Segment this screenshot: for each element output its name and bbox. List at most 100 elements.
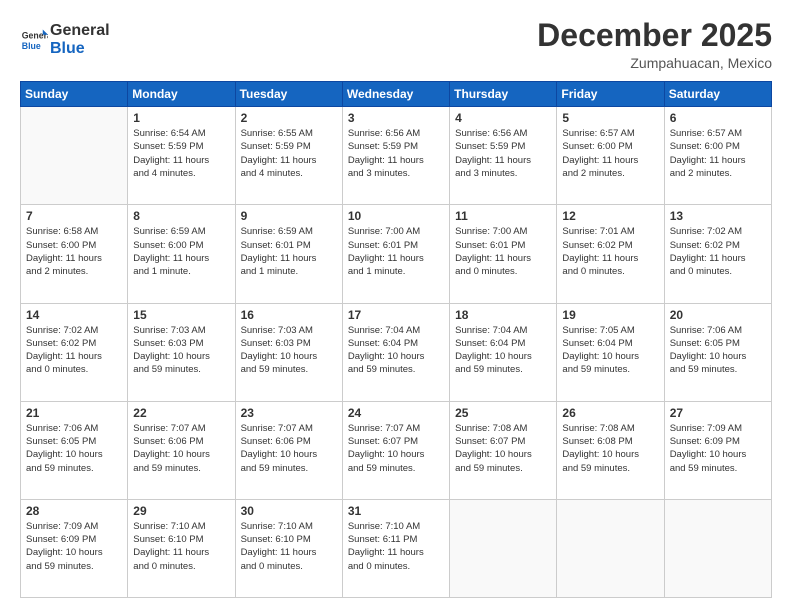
day-cell: 3 Sunrise: 6:56 AM Sunset: 5:59 PM Daylig… <box>342 107 449 205</box>
day-cell: 8Sunrise: 6:59 AM Sunset: 6:00 PM Daylig… <box>128 205 235 303</box>
weekday-header-wednesday: Wednesday <box>342 82 449 107</box>
calendar-header: SundayMondayTuesdayWednesdayThursdayFrid… <box>21 82 772 107</box>
day-number: 9 <box>241 209 337 223</box>
day-cell: 11Sunrise: 7:00 AM Sunset: 6:01 PM Dayli… <box>450 205 557 303</box>
month-title: December 2025 <box>537 18 772 53</box>
location: Zumpahuacan, Mexico <box>537 55 772 71</box>
day-cell: 5Sunrise: 6:57 AM Sunset: 6:00 PM Daylig… <box>557 107 664 205</box>
day-cell: 28Sunrise: 7:09 AM Sunset: 6:09 PM Dayli… <box>21 499 128 597</box>
day-info: Sunrise: 7:02 AM Sunset: 6:02 PM Dayligh… <box>670 225 766 278</box>
day-cell <box>21 107 128 205</box>
day-cell: 19Sunrise: 7:05 AM Sunset: 6:04 PM Dayli… <box>557 303 664 401</box>
day-number: 31 <box>348 504 444 518</box>
day-cell: 13 Sunrise: 7:02 AM Sunset: 6:02 PM Dayli… <box>664 205 771 303</box>
svg-text:Blue: Blue <box>22 40 41 50</box>
day-cell: 2 Sunrise: 6:55 AM Sunset: 5:59 PM Daylig… <box>235 107 342 205</box>
day-info: Sunrise: 6:59 AM Sunset: 6:01 PM Dayligh… <box>241 225 337 278</box>
day-cell: 26Sunrise: 7:08 AM Sunset: 6:08 PM Dayli… <box>557 401 664 499</box>
day-number: 18 <box>455 308 551 322</box>
day-number: 16 <box>241 308 337 322</box>
day-info: Sunrise: 7:00 AM Sunset: 6:01 PM Dayligh… <box>348 225 444 278</box>
day-cell: 16 Sunrise: 7:03 AM Sunset: 6:03 PM Dayli… <box>235 303 342 401</box>
day-info: Sunrise: 7:06 AM Sunset: 6:05 PM Dayligh… <box>26 422 122 475</box>
day-info: Sunrise: 6:54 AM Sunset: 5:59 PM Dayligh… <box>133 127 229 180</box>
day-cell: 30Sunrise: 7:10 AM Sunset: 6:10 PM Dayli… <box>235 499 342 597</box>
weekday-header-saturday: Saturday <box>664 82 771 107</box>
day-info: Sunrise: 6:55 AM Sunset: 5:59 PM Dayligh… <box>241 127 337 180</box>
day-cell: 27 Sunrise: 7:09 AM Sunset: 6:09 PM Dayli… <box>664 401 771 499</box>
day-info: Sunrise: 6:56 AM Sunset: 5:59 PM Dayligh… <box>455 127 551 180</box>
day-number: 26 <box>562 406 658 420</box>
day-cell: 24 Sunrise: 7:07 AM Sunset: 6:07 PM Dayli… <box>342 401 449 499</box>
day-cell: 20 Sunrise: 7:06 AM Sunset: 6:05 PM Dayli… <box>664 303 771 401</box>
logo: General Blue General Blue <box>20 22 110 57</box>
logo-icon: General Blue <box>20 26 48 54</box>
day-cell: 14 Sunrise: 7:02 AM Sunset: 6:02 PM Dayli… <box>21 303 128 401</box>
day-cell <box>557 499 664 597</box>
day-cell: 12 Sunrise: 7:01 AM Sunset: 6:02 PM Dayli… <box>557 205 664 303</box>
day-cell: 6Sunrise: 6:57 AM Sunset: 6:00 PM Daylig… <box>664 107 771 205</box>
day-number: 12 <box>562 209 658 223</box>
day-info: Sunrise: 7:02 AM Sunset: 6:02 PM Dayligh… <box>26 324 122 377</box>
day-number: 15 <box>133 308 229 322</box>
day-number: 17 <box>348 308 444 322</box>
day-info: Sunrise: 7:07 AM Sunset: 6:07 PM Dayligh… <box>348 422 444 475</box>
day-cell: 1 Sunrise: 6:54 AM Sunset: 5:59 PM Daylig… <box>128 107 235 205</box>
day-number: 21 <box>26 406 122 420</box>
day-number: 10 <box>348 209 444 223</box>
day-info: Sunrise: 7:09 AM Sunset: 6:09 PM Dayligh… <box>670 422 766 475</box>
day-cell: 21 Sunrise: 7:06 AM Sunset: 6:05 PM Dayli… <box>21 401 128 499</box>
logo-text: General Blue <box>50 22 110 57</box>
day-number: 2 <box>241 111 337 125</box>
day-number: 1 <box>133 111 229 125</box>
day-cell: 4 Sunrise: 6:56 AM Sunset: 5:59 PM Daylig… <box>450 107 557 205</box>
week-row-1: 1 Sunrise: 6:54 AM Sunset: 5:59 PM Daylig… <box>21 107 772 205</box>
day-number: 14 <box>26 308 122 322</box>
day-cell: 10 Sunrise: 7:00 AM Sunset: 6:01 PM Dayli… <box>342 205 449 303</box>
calendar-body: 1 Sunrise: 6:54 AM Sunset: 5:59 PM Daylig… <box>21 107 772 598</box>
day-info: Sunrise: 6:56 AM Sunset: 5:59 PM Dayligh… <box>348 127 444 180</box>
weekday-header-sunday: Sunday <box>21 82 128 107</box>
day-cell: 25 Sunrise: 7:08 AM Sunset: 6:07 PM Dayli… <box>450 401 557 499</box>
day-number: 19 <box>562 308 658 322</box>
day-info: Sunrise: 6:57 AM Sunset: 6:00 PM Dayligh… <box>562 127 658 180</box>
day-info: Sunrise: 6:57 AM Sunset: 6:00 PM Dayligh… <box>670 127 766 180</box>
day-number: 7 <box>26 209 122 223</box>
day-number: 8 <box>133 209 229 223</box>
day-info: Sunrise: 6:58 AM Sunset: 6:00 PM Dayligh… <box>26 225 122 278</box>
day-number: 23 <box>241 406 337 420</box>
week-row-4: 21 Sunrise: 7:06 AM Sunset: 6:05 PM Dayli… <box>21 401 772 499</box>
week-row-5: 28Sunrise: 7:09 AM Sunset: 6:09 PM Dayli… <box>21 499 772 597</box>
day-cell: 17Sunrise: 7:04 AM Sunset: 6:04 PM Dayli… <box>342 303 449 401</box>
logo-blue-text: Blue <box>50 40 85 57</box>
day-info: Sunrise: 7:04 AM Sunset: 6:04 PM Dayligh… <box>455 324 551 377</box>
day-info: Sunrise: 7:10 AM Sunset: 6:11 PM Dayligh… <box>348 520 444 573</box>
day-info: Sunrise: 7:06 AM Sunset: 6:05 PM Dayligh… <box>670 324 766 377</box>
day-number: 29 <box>133 504 229 518</box>
day-cell: 7 Sunrise: 6:58 AM Sunset: 6:00 PM Daylig… <box>21 205 128 303</box>
day-number: 28 <box>26 504 122 518</box>
day-number: 13 <box>670 209 766 223</box>
header: General Blue General Blue December 2025 … <box>20 18 772 71</box>
day-info: Sunrise: 7:00 AM Sunset: 6:01 PM Dayligh… <box>455 225 551 278</box>
day-cell: 18 Sunrise: 7:04 AM Sunset: 6:04 PM Dayli… <box>450 303 557 401</box>
day-info: Sunrise: 7:07 AM Sunset: 6:06 PM Dayligh… <box>133 422 229 475</box>
day-cell: 15Sunrise: 7:03 AM Sunset: 6:03 PM Dayli… <box>128 303 235 401</box>
day-number: 4 <box>455 111 551 125</box>
title-block: December 2025 Zumpahuacan, Mexico <box>537 18 772 71</box>
day-info: Sunrise: 7:08 AM Sunset: 6:07 PM Dayligh… <box>455 422 551 475</box>
day-number: 25 <box>455 406 551 420</box>
day-number: 27 <box>670 406 766 420</box>
day-info: Sunrise: 7:01 AM Sunset: 6:02 PM Dayligh… <box>562 225 658 278</box>
day-number: 20 <box>670 308 766 322</box>
day-number: 3 <box>348 111 444 125</box>
day-cell: 29Sunrise: 7:10 AM Sunset: 6:10 PM Dayli… <box>128 499 235 597</box>
day-cell: 23Sunrise: 7:07 AM Sunset: 6:06 PM Dayli… <box>235 401 342 499</box>
weekday-header-monday: Monday <box>128 82 235 107</box>
weekday-row: SundayMondayTuesdayWednesdayThursdayFrid… <box>21 82 772 107</box>
day-cell <box>450 499 557 597</box>
day-cell: 9 Sunrise: 6:59 AM Sunset: 6:01 PM Daylig… <box>235 205 342 303</box>
day-info: Sunrise: 7:10 AM Sunset: 6:10 PM Dayligh… <box>241 520 337 573</box>
day-number: 24 <box>348 406 444 420</box>
day-info: Sunrise: 7:03 AM Sunset: 6:03 PM Dayligh… <box>241 324 337 377</box>
